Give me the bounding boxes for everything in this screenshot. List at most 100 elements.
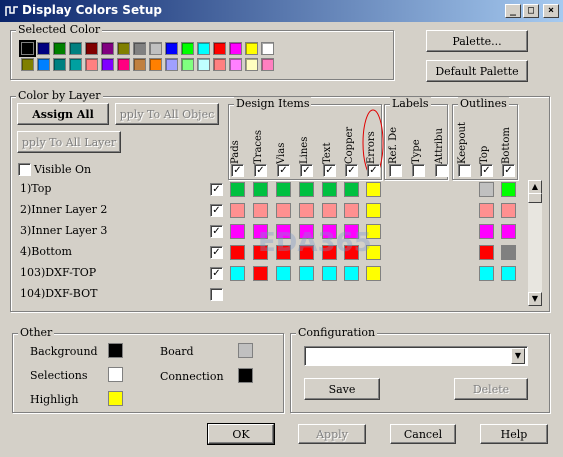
layer-color-cell[interactable] <box>276 266 291 281</box>
column-visible-checkbox[interactable] <box>502 164 515 177</box>
layer-outline-color-cell[interactable] <box>479 266 494 281</box>
layer-outline-color-cell[interactable] <box>501 182 516 197</box>
layer-color-cell[interactable] <box>230 266 245 281</box>
layer-outline-color-cell[interactable] <box>501 224 516 239</box>
palette-button[interactable]: Palette... <box>426 30 528 52</box>
layer-color-cell[interactable] <box>322 182 337 197</box>
help-button[interactable]: Help <box>480 424 548 444</box>
layer-outline-color-cell[interactable] <box>501 203 516 218</box>
layer-visible-checkbox[interactable] <box>210 204 223 217</box>
background-color-swatch[interactable] <box>108 343 123 358</box>
palette-color-swatch[interactable] <box>85 58 98 71</box>
palette-color-swatch[interactable] <box>69 58 82 71</box>
layer-outline-color-cell[interactable] <box>479 182 494 197</box>
column-visible-checkbox[interactable] <box>412 164 425 177</box>
column-visible-checkbox[interactable] <box>345 164 358 177</box>
ok-button[interactable]: OK <box>207 423 275 445</box>
palette-color-swatch[interactable] <box>69 42 82 55</box>
palette-color-swatch[interactable] <box>19 40 36 57</box>
layer-visible-checkbox[interactable] <box>210 267 223 280</box>
connection-color-swatch[interactable] <box>238 368 253 383</box>
palette-color-swatch[interactable] <box>213 42 226 55</box>
column-visible-checkbox[interactable] <box>231 164 244 177</box>
apply-button[interactable]: Apply <box>298 424 366 444</box>
palette-color-swatch[interactable] <box>213 58 226 71</box>
palette-color-swatch[interactable] <box>165 58 178 71</box>
layer-color-cell[interactable] <box>230 182 245 197</box>
layer-color-cell[interactable] <box>253 266 268 281</box>
cancel-button[interactable]: Cancel <box>390 424 456 444</box>
palette-color-swatch[interactable] <box>53 58 66 71</box>
palette-color-swatch[interactable] <box>229 42 242 55</box>
column-visible-checkbox[interactable] <box>277 164 290 177</box>
column-visible-checkbox[interactable] <box>435 164 448 177</box>
close-button[interactable]: × <box>543 4 559 18</box>
layer-color-cell[interactable] <box>322 203 337 218</box>
palette-color-swatch[interactable] <box>117 42 130 55</box>
palette-color-swatch[interactable] <box>85 42 98 55</box>
column-visible-checkbox[interactable] <box>480 164 493 177</box>
layer-color-cell[interactable] <box>230 203 245 218</box>
board-color-swatch[interactable] <box>238 343 253 358</box>
palette-color-swatch[interactable] <box>53 42 66 55</box>
delete-button[interactable]: Delete <box>454 378 528 400</box>
palette-color-swatch[interactable] <box>229 58 242 71</box>
configuration-select[interactable] <box>304 346 528 366</box>
layer-color-cell[interactable] <box>366 182 381 197</box>
layer-color-cell[interactable] <box>366 203 381 218</box>
palette-color-swatch[interactable] <box>133 58 146 71</box>
palette-color-swatch[interactable] <box>165 42 178 55</box>
assign-all-button[interactable]: Assign All <box>17 103 109 125</box>
palette-color-swatch[interactable] <box>133 42 146 55</box>
layer-color-cell[interactable] <box>322 266 337 281</box>
layer-color-cell[interactable] <box>344 182 359 197</box>
selections-color-swatch[interactable] <box>108 367 123 382</box>
column-visible-checkbox[interactable] <box>323 164 336 177</box>
palette-color-swatch[interactable] <box>181 58 194 71</box>
layer-color-cell[interactable] <box>299 203 314 218</box>
layer-visible-checkbox[interactable] <box>210 246 223 259</box>
save-button[interactable]: Save <box>304 378 380 400</box>
layer-color-cell[interactable] <box>299 266 314 281</box>
minimize-button[interactable]: _ <box>505 4 521 18</box>
column-visible-checkbox[interactable] <box>458 164 471 177</box>
layer-color-cell[interactable] <box>276 182 291 197</box>
palette-color-swatch[interactable] <box>245 42 258 55</box>
layer-color-cell[interactable] <box>253 182 268 197</box>
palette-color-swatch[interactable] <box>261 58 274 71</box>
apply-to-all-objects-button[interactable]: pply To All Objec <box>115 103 219 125</box>
layer-color-cell[interactable] <box>230 224 245 239</box>
layer-outline-color-cell[interactable] <box>501 245 516 260</box>
layer-color-cell[interactable] <box>230 245 245 260</box>
layer-outline-color-cell[interactable] <box>479 224 494 239</box>
highlight-color-swatch[interactable] <box>108 391 123 406</box>
palette-color-swatch[interactable] <box>197 42 210 55</box>
palette-color-swatch[interactable] <box>181 42 194 55</box>
layer-color-cell[interactable] <box>276 203 291 218</box>
column-visible-checkbox[interactable] <box>254 164 267 177</box>
column-visible-checkbox[interactable] <box>300 164 313 177</box>
scroll-up-button[interactable]: ▲ <box>528 180 542 194</box>
visible-on-checkbox[interactable] <box>18 163 31 176</box>
palette-color-swatch[interactable] <box>197 58 210 71</box>
layer-color-cell[interactable] <box>366 266 381 281</box>
chevron-down-icon[interactable]: ▼ <box>511 348 525 364</box>
layer-visible-checkbox[interactable] <box>210 183 223 196</box>
palette-color-swatch[interactable] <box>37 42 50 55</box>
default-palette-button[interactable]: Default Palette <box>426 60 528 82</box>
scroll-down-button[interactable]: ▼ <box>528 292 542 306</box>
layer-outline-color-cell[interactable] <box>479 245 494 260</box>
palette-color-swatch[interactable] <box>101 42 114 55</box>
palette-color-swatch[interactable] <box>149 58 162 71</box>
palette-color-swatch[interactable] <box>245 58 258 71</box>
layer-color-cell[interactable] <box>344 203 359 218</box>
scroll-thumb[interactable] <box>528 193 542 203</box>
palette-color-swatch[interactable] <box>37 58 50 71</box>
layer-visible-checkbox[interactable] <box>210 288 223 301</box>
layer-outline-color-cell[interactable] <box>501 266 516 281</box>
palette-color-swatch[interactable] <box>261 42 274 55</box>
column-visible-checkbox[interactable] <box>367 164 380 177</box>
palette-color-swatch[interactable] <box>149 42 162 55</box>
apply-to-all-layers-button[interactable]: pply To All Layer <box>17 131 121 153</box>
layer-color-cell[interactable] <box>253 203 268 218</box>
